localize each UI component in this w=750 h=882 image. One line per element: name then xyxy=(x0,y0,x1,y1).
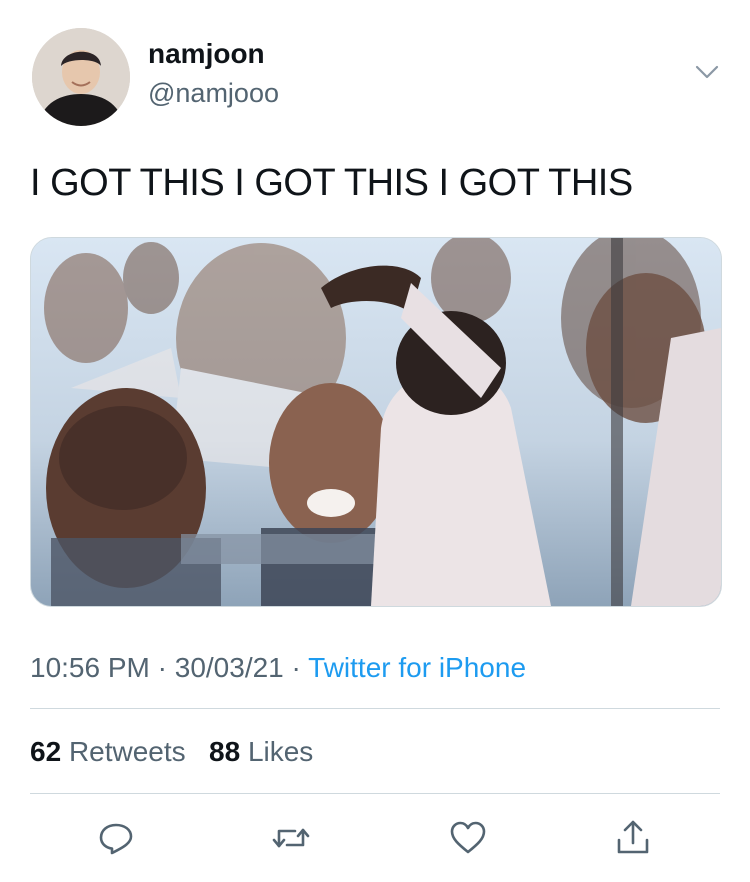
chevron-down-icon[interactable] xyxy=(694,62,720,82)
tweet-actions xyxy=(0,810,750,866)
share-icon xyxy=(617,820,649,854)
meta-separator: · xyxy=(291,652,301,683)
retweet-button[interactable] xyxy=(263,810,319,866)
display-name[interactable]: namjoon xyxy=(148,38,265,70)
heart-icon xyxy=(450,821,486,854)
user-handle[interactable]: @namjooo xyxy=(148,78,279,109)
tweet-date: 30/03/21 xyxy=(174,652,284,683)
retweets-count: 62 xyxy=(30,736,62,767)
tweet-source-link[interactable]: Twitter for iPhone xyxy=(308,652,526,683)
avatar-image xyxy=(32,28,130,126)
divider xyxy=(30,793,720,794)
tweet-text: I GOT THIS I GOT THIS I GOT THIS xyxy=(30,162,633,204)
avatar[interactable] xyxy=(32,28,130,126)
meme-collage-image xyxy=(31,238,721,606)
tweet-meta: 10:56 PM · 30/03/21 · Twitter for iPhone xyxy=(30,652,526,684)
meta-separator: · xyxy=(157,652,167,683)
retweet-icon xyxy=(272,828,310,848)
likes-stat[interactable]: 88 Likes xyxy=(209,736,313,767)
divider xyxy=(30,708,720,709)
likes-label: Likes xyxy=(247,736,314,767)
retweets-label: Retweets xyxy=(68,736,186,767)
reply-button[interactable] xyxy=(88,810,144,866)
tweet-time: 10:56 PM xyxy=(30,652,150,683)
retweets-stat[interactable]: 62 Retweets xyxy=(30,736,186,767)
share-button[interactable] xyxy=(605,810,661,866)
likes-count: 88 xyxy=(209,736,241,767)
tweet-media-image[interactable] xyxy=(30,237,722,607)
like-button[interactable] xyxy=(440,810,496,866)
reply-icon xyxy=(99,823,133,855)
tweet-stats: 62 Retweets 88 Likes xyxy=(30,736,313,768)
